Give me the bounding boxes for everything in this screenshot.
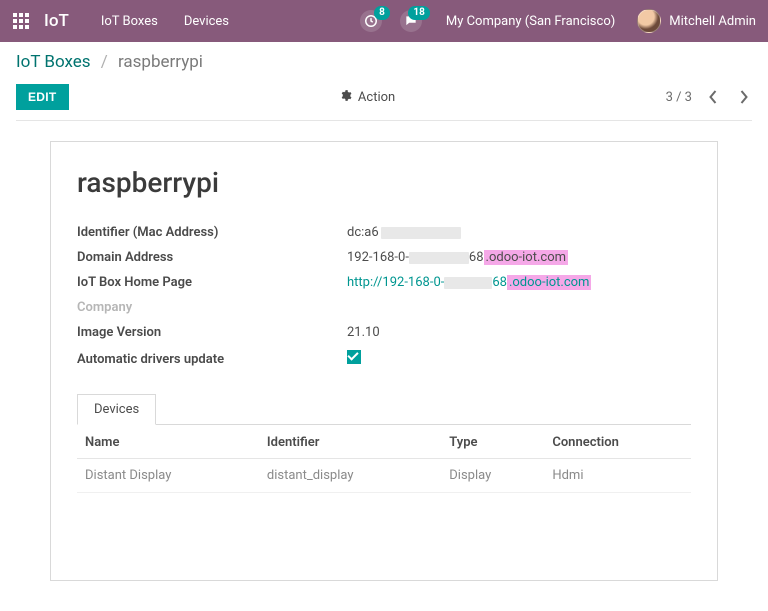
- cell-identifier: distant_display: [259, 459, 441, 493]
- discuss-count: 18: [408, 6, 429, 20]
- value-domain: 192-168-0-68.odoo-iot.com: [347, 250, 691, 265]
- cell-connection: Hdmi: [544, 459, 691, 493]
- record-title: raspberrypi: [77, 166, 691, 199]
- col-connection[interactable]: Connection: [544, 425, 691, 459]
- edit-button[interactable]: EDIT: [16, 84, 69, 110]
- discuss-button[interactable]: 18: [400, 10, 422, 32]
- col-type[interactable]: Type: [441, 425, 544, 459]
- label-auto-drivers: Automatic drivers update: [77, 352, 337, 367]
- gear-icon: [339, 89, 352, 106]
- value-homepage: http://192-168-0-68.odoo-iot.com: [347, 275, 691, 290]
- label-domain: Domain Address: [77, 250, 337, 265]
- label-company: Company: [77, 300, 337, 315]
- homepage-link[interactable]: http://192-168-0-68.odoo-iot.com: [347, 275, 591, 290]
- tab-devices[interactable]: Devices: [77, 394, 156, 425]
- checkbox-checked-icon: [347, 350, 361, 364]
- value-identifier: dc:a6: [347, 225, 691, 240]
- redacted-block: [409, 252, 469, 264]
- breadcrumb: IoT Boxes / raspberrypi: [16, 52, 752, 72]
- pager: 3 / 3: [666, 88, 752, 106]
- label-identifier: Identifier (Mac Address): [77, 225, 337, 240]
- label-homepage: IoT Box Home Page: [77, 275, 337, 290]
- activities-count: 8: [374, 6, 390, 20]
- cell-type: Display: [441, 459, 544, 493]
- value-auto-drivers: [347, 350, 691, 368]
- breadcrumb-current: raspberrypi: [118, 52, 203, 72]
- redacted-block: [381, 227, 461, 239]
- tab-bar: Devices: [77, 394, 691, 425]
- breadcrumb-root[interactable]: IoT Boxes: [16, 52, 91, 72]
- menu-iot-boxes[interactable]: IoT Boxes: [101, 14, 158, 29]
- action-dropdown[interactable]: Action: [339, 89, 395, 106]
- form-sheet: raspberrypi Identifier (Mac Address) dc:…: [50, 141, 718, 581]
- pager-text: 3 / 3: [666, 90, 692, 105]
- top-navbar: IoT IoT Boxes Devices 8 18 My Company (S…: [0, 0, 768, 42]
- redacted-block: [444, 277, 492, 289]
- col-identifier[interactable]: Identifier: [259, 425, 441, 459]
- table-row[interactable]: Distant Display distant_display Display …: [77, 459, 691, 493]
- apps-icon[interactable]: [12, 12, 30, 30]
- breadcrumb-separator: /: [101, 52, 108, 72]
- label-image-version: Image Version: [77, 325, 337, 340]
- activities-button[interactable]: 8: [360, 10, 382, 32]
- devices-table: Name Identifier Type Connection Distant …: [77, 425, 691, 493]
- avatar: [637, 9, 661, 33]
- value-image-version: 21.10: [347, 325, 691, 340]
- user-name: Mitchell Admin: [669, 14, 756, 29]
- cell-name: Distant Display: [77, 459, 259, 493]
- menu-devices[interactable]: Devices: [184, 14, 229, 29]
- company-selector[interactable]: My Company (San Francisco): [446, 14, 615, 29]
- pager-next[interactable]: [734, 88, 752, 106]
- app-brand[interactable]: IoT: [44, 11, 69, 31]
- action-label: Action: [358, 90, 395, 105]
- control-panel: IoT Boxes / raspberrypi EDIT Action 3 / …: [0, 42, 768, 121]
- user-menu[interactable]: Mitchell Admin: [637, 9, 756, 33]
- col-name[interactable]: Name: [77, 425, 259, 459]
- pager-prev[interactable]: [704, 88, 722, 106]
